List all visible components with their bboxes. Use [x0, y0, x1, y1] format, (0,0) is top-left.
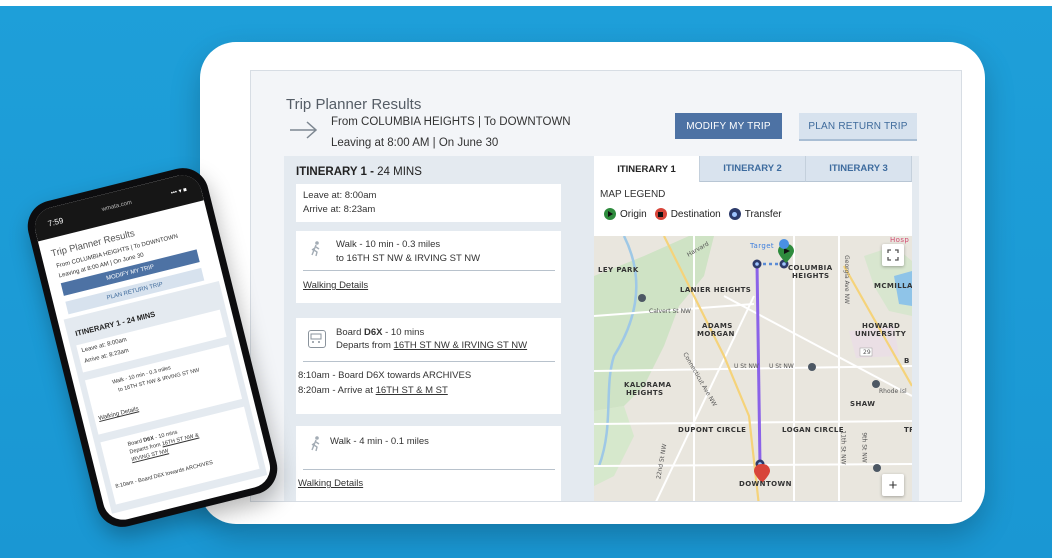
results-content: ITINERARY 1 - 24 MINS Leave at: 8:00am A… [284, 156, 919, 501]
zoom-in-icon[interactable]: + [882, 474, 904, 496]
street-calvert: Calvert St NW [649, 308, 691, 315]
itinerary-heading: ITINERARY 1 - 24 MINS [296, 166, 422, 178]
map-panel: ITINERARY 1 ITINERARY 2 ITINERARY 3 MAP … [594, 156, 912, 501]
map-label-columbia-heights-1: COLUMBIA [788, 264, 833, 272]
transfer-pin-icon [728, 208, 741, 220]
bus-step-card: Board D6X - 10 mins Departs from 16TH ST… [296, 318, 561, 414]
phone-url: wmata.com [101, 199, 133, 214]
street-9th: 9th St NW [860, 432, 868, 463]
arrive-time: Arrive at: 8:23am [303, 204, 376, 215]
legend-origin-label: Origin [620, 208, 647, 220]
walk-step-text-2: Walk - 4 min - 0.1 miles [330, 436, 429, 447]
arrow-right-icon [290, 121, 318, 139]
map-label-mcmillan: MCMILLA [874, 282, 912, 290]
map-label-shaw: SHAW [850, 400, 876, 408]
street-11th: 11th St NW [839, 430, 847, 465]
bus-icon [308, 330, 326, 348]
map-legend: Origin Destination Transfer [604, 208, 782, 220]
itinerary-column: ITINERARY 1 - 24 MINS Leave at: 8:00am A… [284, 156, 574, 501]
walking-details-link-2[interactable]: Walking Details [298, 478, 363, 489]
marketing-stage: Trip Planner Results From COLUMBIA HEIGH… [0, 0, 1052, 558]
map-label-adams-morgan-1: ADAMS [702, 322, 733, 330]
departs-text: Departs from 16TH ST NW & IRVING ST NW [336, 340, 527, 351]
walk-step-sub: to 16TH ST NW & IRVING ST NW [336, 253, 481, 264]
divider [303, 469, 555, 470]
departs-prefix: Departs from [336, 340, 394, 351]
plan-return-trip-button[interactable]: PLAN RETURN TRIP [799, 113, 917, 141]
page-title: Trip Planner Results [286, 96, 422, 113]
map-label-hospital: Hosp [890, 236, 910, 244]
route-map[interactable]: Target Hosp COLUMBIA HEIGHTS LEY PARK LA… [594, 236, 912, 501]
walk-icon [310, 436, 322, 452]
board-suffix: - 10 mins [382, 327, 425, 338]
bus-route: D6X [364, 327, 383, 338]
board-prefix: Board [336, 327, 364, 338]
legend-transfer: Transfer [728, 208, 782, 220]
map-label-b: B [904, 357, 910, 365]
origin-pin-icon [604, 208, 616, 220]
legend-destination: Destination [654, 208, 721, 220]
street-georgia: Georgia Ave NW [842, 255, 850, 304]
tab-itinerary-2[interactable]: ITINERARY 2 [700, 156, 806, 182]
map-label-downtown: DOWNTOWN [739, 480, 792, 488]
map-label-howard-2: UNIVERSITY [855, 330, 907, 338]
street-u-st-2: U St NW [769, 363, 794, 370]
map-label-kalorama-2: HEIGHTS [626, 389, 664, 397]
street-rhode-island: Rhode Isl [879, 388, 907, 395]
phone-itinerary-area: ITINERARY 1 - 24 MINS Leave at: 8:00am A… [63, 280, 268, 514]
walk-step-card-2: Walk - 4 min - 0.1 miles Walking Details [296, 426, 561, 501]
itinerary-tabs: ITINERARY 1 ITINERARY 2 ITINERARY 3 [594, 156, 912, 182]
arrive-prefix: 8:20am - Arrive at [298, 385, 376, 396]
arrive-stop-link[interactable]: 16TH ST & M ST [376, 385, 448, 396]
tablet-device: Trip Planner Results From COLUMBIA HEIGH… [200, 42, 985, 524]
map-label-ley-park: LEY PARK [598, 266, 639, 274]
destination-pin-icon [654, 208, 667, 220]
divider [303, 270, 555, 271]
legend-origin: Origin [604, 208, 647, 220]
legend-destination-label: Destination [670, 208, 721, 220]
leave-time: Leave at: 8:00am [303, 190, 377, 201]
street-u-st-1: U St NW [734, 363, 759, 370]
trip-time: Leaving at 8:00 AM | On June 30 [331, 137, 499, 149]
map-label-tr: TR [904, 426, 912, 434]
walk-step-card: Walk - 10 min - 0.3 miles to 16TH ST NW … [296, 231, 561, 303]
map-label-logan-circle: LOGAN CIRCLE [782, 426, 844, 434]
phone-board-line: 8:10am - Board D6X towards ARCHIVES [114, 459, 214, 490]
top-strip [0, 0, 1052, 6]
board-time-line: 8:10am - Board D6X towards ARCHIVES [298, 370, 472, 381]
map-label-lanier-heights: LANIER HEIGHTS [680, 286, 752, 294]
departs-stop-link[interactable]: 16TH ST NW & IRVING ST NW [394, 340, 528, 351]
arrive-line: 8:20am - Arrive at 16TH ST & M ST [298, 385, 448, 396]
phone-signal-icons: ••• ▾ ■ [170, 186, 188, 197]
itinerary-duration: 24 MINS [377, 166, 422, 178]
board-step-text: Board D6X - 10 mins [336, 327, 424, 338]
walk-icon [310, 241, 322, 257]
times-card: Leave at: 8:00am Arrive at: 8:23am [296, 184, 561, 222]
map-label-dupont-circle: DUPONT CIRCLE [678, 426, 747, 434]
itinerary-title: ITINERARY 1 - [296, 166, 378, 178]
map-label-adams-morgan-2: MORGAN [697, 330, 735, 338]
legend-transfer-label: Transfer [744, 208, 782, 220]
divider [303, 361, 555, 362]
tab-itinerary-3[interactable]: ITINERARY 3 [806, 156, 912, 182]
fullscreen-icon[interactable] [882, 244, 904, 266]
map-label-columbia-heights-2: HEIGHTS [792, 272, 830, 280]
modify-trip-button[interactable]: MODIFY MY TRIP [675, 113, 782, 139]
walk-step-text: Walk - 10 min - 0.3 miles [336, 239, 441, 250]
map-label-howard-1: HOWARD [862, 322, 901, 330]
map-label-kalorama-1: KALORAMA [624, 381, 672, 389]
trip-route: From COLUMBIA HEIGHTS | To DOWNTOWN [331, 116, 571, 128]
walking-details-link[interactable]: Walking Details [303, 280, 368, 291]
route-shield-29: 29 [863, 349, 871, 356]
map-label-target: Target [750, 242, 775, 250]
map-legend-title: MAP LEGEND [600, 189, 666, 200]
phone-walking-details-link[interactable]: Walking Details [98, 406, 139, 422]
tab-itinerary-1[interactable]: ITINERARY 1 [594, 156, 700, 182]
tablet-screen: Trip Planner Results From COLUMBIA HEIGH… [250, 70, 962, 502]
phone-time: 7:59 [46, 215, 65, 228]
